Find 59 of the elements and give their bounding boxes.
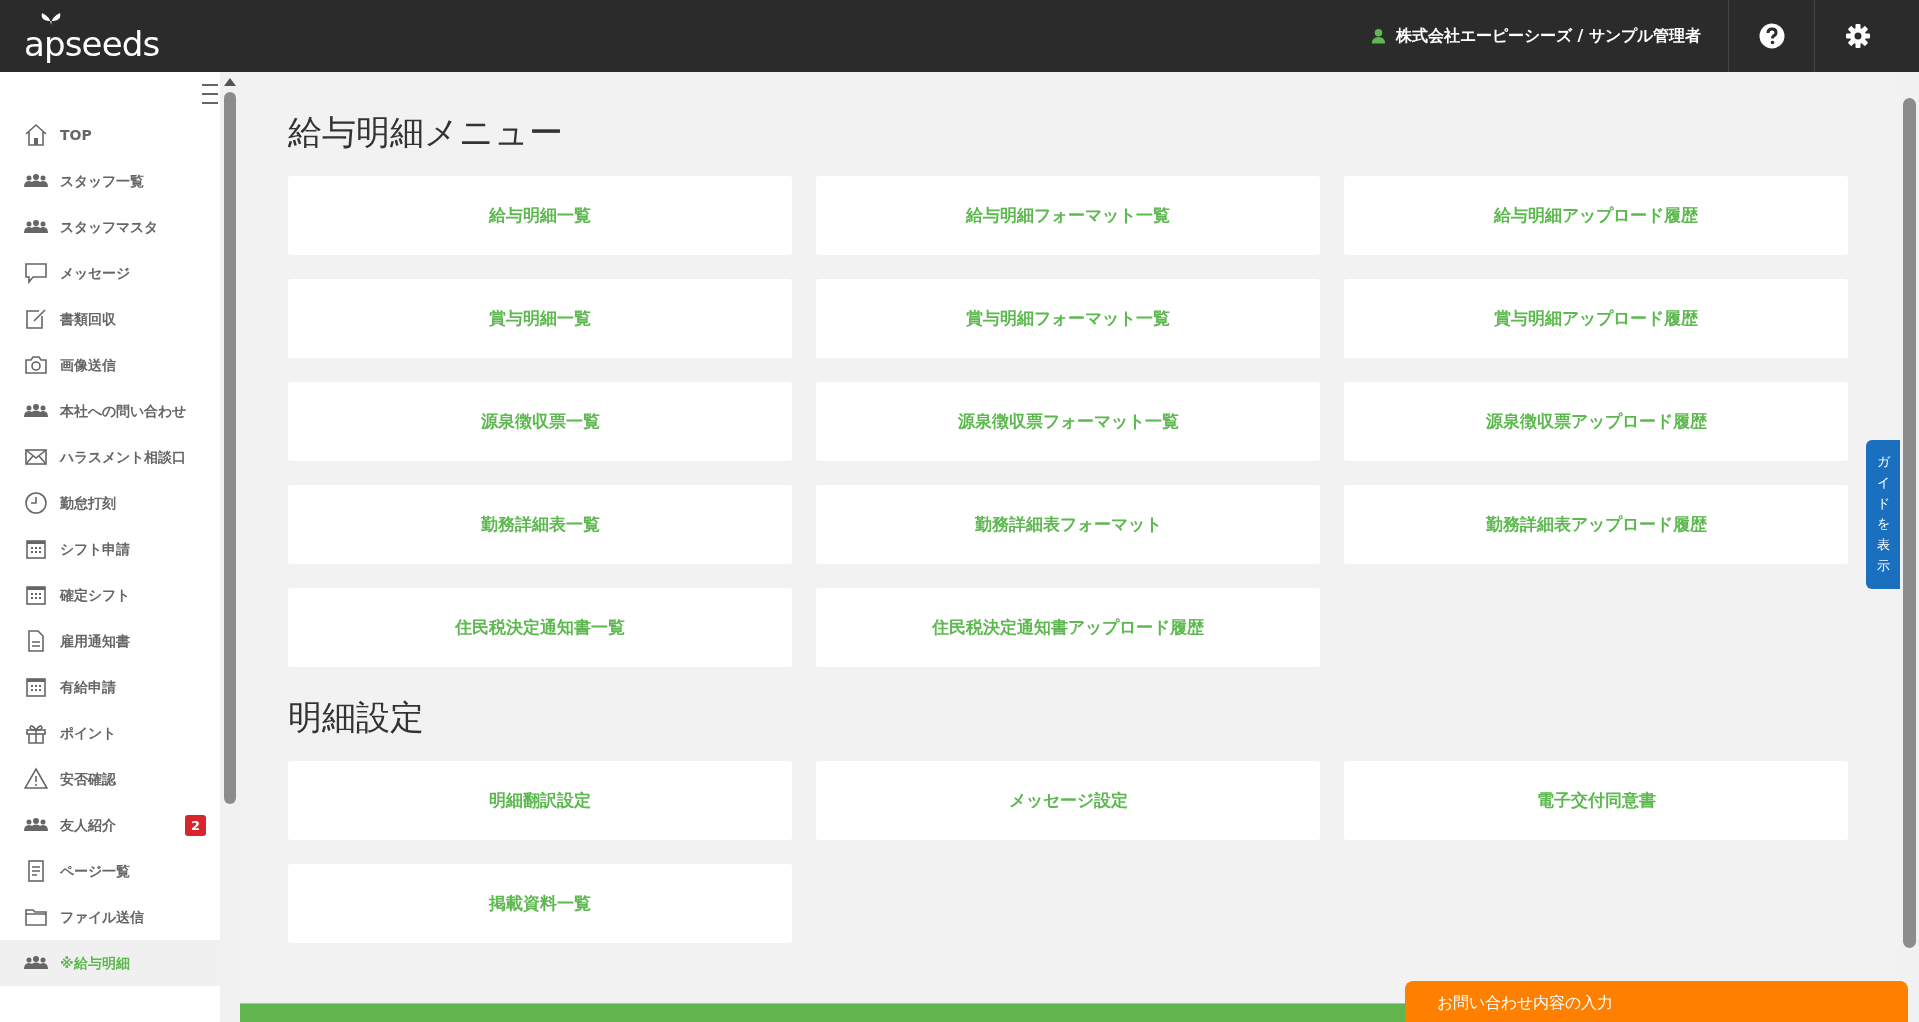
sidebar-label: 本社への問い合わせ (60, 401, 187, 421)
user-name: 株式会社エーピーシーズ / サンプル管理者 (1396, 25, 1701, 47)
sidebar-label: 雇用通知書 (60, 631, 131, 651)
sidebar-item[interactable]: 本社への問い合わせ (0, 388, 220, 434)
sidebar-label: ページ一覧 (60, 861, 131, 881)
sidebar-label: 勤怠打刻 (60, 493, 117, 513)
sidebar-label: TOP (60, 125, 93, 145)
logo[interactable]: apseeds (24, 11, 160, 61)
calendar-icon (24, 675, 48, 699)
sidebar-label: ファイル送信 (60, 907, 145, 927)
menu-icon[interactable] (202, 82, 218, 106)
sidebar-label: 有給申請 (60, 677, 117, 697)
sidebar-item[interactable]: 雇用通知書 (0, 618, 220, 664)
help-icon[interactable] (1758, 23, 1785, 49)
sidebar-label: ポイント (60, 723, 117, 743)
sidebar-label: 友人紹介 (60, 815, 117, 835)
sidebar-label: ハラスメント相談口 (60, 447, 187, 467)
section-heading: 明細設定 (288, 696, 425, 739)
sidebar-item[interactable]: スタッフマスタ (0, 204, 220, 250)
sidebar-item[interactable]: 書類回収 (0, 296, 220, 342)
sidebar-item[interactable]: ポイント (0, 710, 220, 756)
calendar-icon (24, 583, 48, 607)
sidebar-item[interactable]: 画像送信 (0, 342, 220, 388)
clock-icon (24, 491, 48, 515)
home-icon (24, 123, 48, 147)
sidebar-label: スタッフマスタ (60, 217, 159, 237)
page-scrollbar-thumb[interactable] (1903, 98, 1916, 948)
sidebar-label: 確定シフト (60, 585, 131, 605)
guide-tab[interactable]: ガイドを表示 (1866, 440, 1900, 589)
sidebar-label: 書類回収 (60, 309, 117, 329)
sidebar-label: スタッフ一覧 (60, 171, 145, 191)
sidebar-item[interactable]: 友人紹介 2 (0, 802, 220, 848)
scroll-up-icon[interactable] (224, 78, 236, 86)
sidebar-label: メッセージ (60, 263, 131, 283)
sidebar-label: 画像送信 (60, 355, 117, 375)
sidebar-item[interactable]: ページ一覧 (0, 848, 220, 894)
speech-bubble-icon (24, 261, 48, 285)
edit-icon (24, 307, 48, 331)
count-badge: 2 (184, 814, 206, 836)
sidebar-item[interactable]: シフト申請 (0, 526, 220, 572)
sidebar-item[interactable]: 有給申請 (0, 664, 220, 710)
scrollbar-thumb[interactable] (224, 92, 236, 804)
sidebar-item[interactable]: ファイル送信 (0, 894, 220, 940)
calendar-icon (24, 537, 48, 561)
sidebar-item[interactable]: スタッフ一覧 (0, 158, 220, 204)
section-heading: 給与明細メニュー (288, 111, 564, 154)
warning-icon (24, 767, 48, 791)
sidebar-item[interactable]: 安否確認 (0, 756, 220, 802)
sidebar-item[interactable]: ハラスメント相談口 (0, 434, 220, 480)
sidebar-label: 安否確認 (60, 769, 117, 789)
camera-icon (24, 353, 48, 377)
sidebar-label: シフト申請 (60, 539, 131, 559)
sidebar-item[interactable]: TOP (0, 112, 220, 158)
settings-icon[interactable] (1844, 23, 1871, 49)
sidebar-label: ※給与明細 (60, 953, 131, 973)
user-icon (1371, 28, 1386, 44)
sidebar-item[interactable]: メッセージ (0, 250, 220, 296)
sidebar-item[interactable]: 勤怠打刻 (0, 480, 220, 526)
sidebar-item[interactable]: 確定シフト (0, 572, 220, 618)
